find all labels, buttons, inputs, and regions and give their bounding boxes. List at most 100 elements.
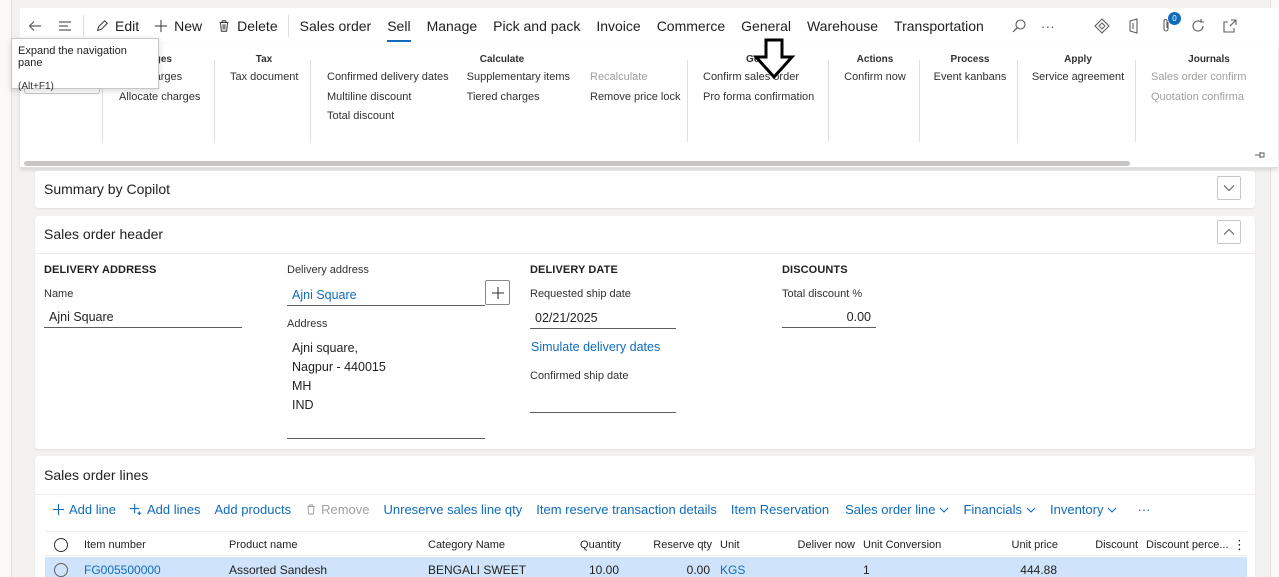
power-apps-icon[interactable] [1094,18,1110,34]
item-reservation-button[interactable]: Item Reservation [724,502,836,517]
header-title[interactable]: Sales order header [35,216,1255,252]
address-field-underline[interactable] [287,438,485,439]
item-reserve-transaction-details-button[interactable]: Item reserve transaction details [529,502,724,517]
column-product-name[interactable]: Product name [229,532,297,557]
tab-warehouse[interactable]: Warehouse [799,8,886,44]
add-address-button[interactable] [485,280,510,305]
column-item-number[interactable]: Item number [84,532,146,557]
remove-price-lock-button[interactable]: Remove price lock [590,88,680,108]
column-discount[interactable]: Discount [1075,532,1138,557]
confirm-now-button[interactable]: Confirm now [840,68,910,88]
table-row[interactable]: FG005500000 Assorted Sandesh BENGALI SWE… [45,557,1247,577]
row-select-circle[interactable] [54,562,68,577]
select-all-checkbox[interactable] [54,532,68,557]
name-field[interactable]: Ajni Square [44,306,242,328]
more-options-button[interactable]: ··· [1034,8,1062,44]
cell-unit[interactable]: KGS [720,557,745,577]
ribbon-group-actions: Actions Confirm now [840,50,910,88]
remove-button[interactable]: Remove [298,502,376,517]
pin-icon[interactable] [1254,150,1266,163]
financials-label: Financials [963,502,1022,517]
add-products-button[interactable]: Add products [207,502,298,517]
ribbon-horizontal-scrollbar[interactable] [24,161,1130,166]
tab-pick-and-pack[interactable]: Pick and pack [485,8,588,44]
confirmed-delivery-dates-button[interactable]: Confirmed delivery dates [327,68,449,88]
recalculate-button[interactable]: Recalculate [590,68,680,88]
ribbon-group-process: Process Event kanbans [932,50,1008,88]
tab-commerce[interactable]: Commerce [649,8,733,44]
quotation-confirmation-journal-button[interactable]: Quotation confirma [1151,88,1267,108]
total-discount-button[interactable]: Total discount [327,107,449,127]
chevron-down-icon [940,507,949,513]
chevron-down-icon [1223,185,1235,192]
tab-manage[interactable]: Manage [419,8,486,44]
financials-menu[interactable]: Financials [956,502,1043,517]
tiered-charges-button[interactable]: Tiered charges [467,88,570,108]
address-line-4: IND [292,398,314,412]
column-options-icon[interactable]: ⋮ [1233,532,1246,557]
divider [35,253,1255,254]
office-icon[interactable] [1126,18,1142,34]
ribbon-group-journals: Journals Sales order confirm Quotation c… [1151,50,1267,107]
address-label: Address [287,318,328,330]
column-unit-price[interactable]: Unit price [975,532,1058,557]
cell-unit-price[interactable]: 444.88 [975,557,1057,577]
row-select[interactable] [54,557,68,577]
group-title: Tax [255,54,273,65]
service-agreement-button[interactable]: Service agreement [1030,68,1126,88]
tooltip-shortcut: (Alt+F1) [18,81,54,92]
sell-ribbon: rges charges Allocate charges Tax Tax do… [20,44,1278,168]
attachment-count-badge: 0 [1168,12,1181,25]
cell-item-number[interactable]: FG005500000 [84,557,161,577]
refresh-icon[interactable] [1190,18,1206,34]
cell-category: BENGALI SWEET [428,562,527,577]
collapse-header-button[interactable] [1217,220,1241,244]
column-unit[interactable]: Unit [720,532,740,557]
group-title: Process [950,54,990,65]
confirmed-ship-date-field[interactable] [530,412,676,413]
add-lines-label: Add lines [146,502,201,517]
divider [1135,60,1136,142]
expand-summary-button[interactable] [1217,176,1241,200]
delete-button[interactable]: Delete [209,8,284,44]
cell-quantity[interactable]: 10.00 [565,557,619,577]
tab-sales-order[interactable]: Sales order [292,8,380,44]
select-all-circle[interactable] [54,537,68,552]
sales-order-line-menu[interactable]: Sales order line [838,502,956,517]
summary-title[interactable]: Summary by Copilot [35,171,1255,207]
tab-transportation[interactable]: Transportation [886,8,992,44]
column-category-name[interactable]: Category Name [428,532,505,557]
sales-order-confirm-journal-button[interactable]: Sales order confirm [1151,68,1267,88]
ribbon-group-tax: Tax Tax document [230,50,298,88]
tab-invoice[interactable]: Invoice [588,8,648,44]
separator [83,15,84,37]
delivery-address-field[interactable]: Ajni Square [287,284,485,306]
open-new-window-icon[interactable] [1222,18,1238,34]
column-discount-percent[interactable]: Discount perce... [1146,532,1229,557]
pro-forma-confirmation-button[interactable]: Pro forma confirmation [703,88,828,108]
add-line-button[interactable]: Add line [45,502,123,517]
attachments-icon[interactable]: 0 [1158,12,1181,34]
inventory-menu[interactable]: Inventory [1043,502,1124,517]
separator [287,15,289,37]
supplementary-items-button[interactable]: Supplementary items [467,68,570,88]
unreserve-sales-line-qty-button[interactable]: Unreserve sales line qty [377,502,530,517]
event-kanbans-button[interactable]: Event kanbans [932,68,1008,88]
group-title: Apply [1064,54,1092,65]
column-unit-conversion[interactable]: Unit Conversion [863,532,941,557]
down-arrow-annotation-icon [752,38,796,80]
simulate-delivery-dates-link[interactable]: Simulate delivery dates [531,340,660,354]
add-lines-button[interactable]: Add lines [123,502,207,517]
column-reserve-qty[interactable]: Reserve qty [635,532,712,557]
column-quantity[interactable]: Quantity [565,532,621,557]
tax-document-button[interactable]: Tax document [230,68,298,88]
tab-sell[interactable]: Sell [379,8,418,44]
search-button[interactable] [1004,8,1034,44]
more-lines-actions-button[interactable]: ··· [1130,502,1157,517]
column-deliver-now[interactable]: Deliver now [775,532,855,557]
requested-ship-date-field[interactable]: 02/21/2025 [530,307,676,329]
total-discount-field[interactable]: 0.00 [782,306,876,328]
multiline-discount-button[interactable]: Multiline discount [327,88,449,108]
lines-title[interactable]: Sales order lines [35,456,1255,494]
divider [310,60,311,142]
